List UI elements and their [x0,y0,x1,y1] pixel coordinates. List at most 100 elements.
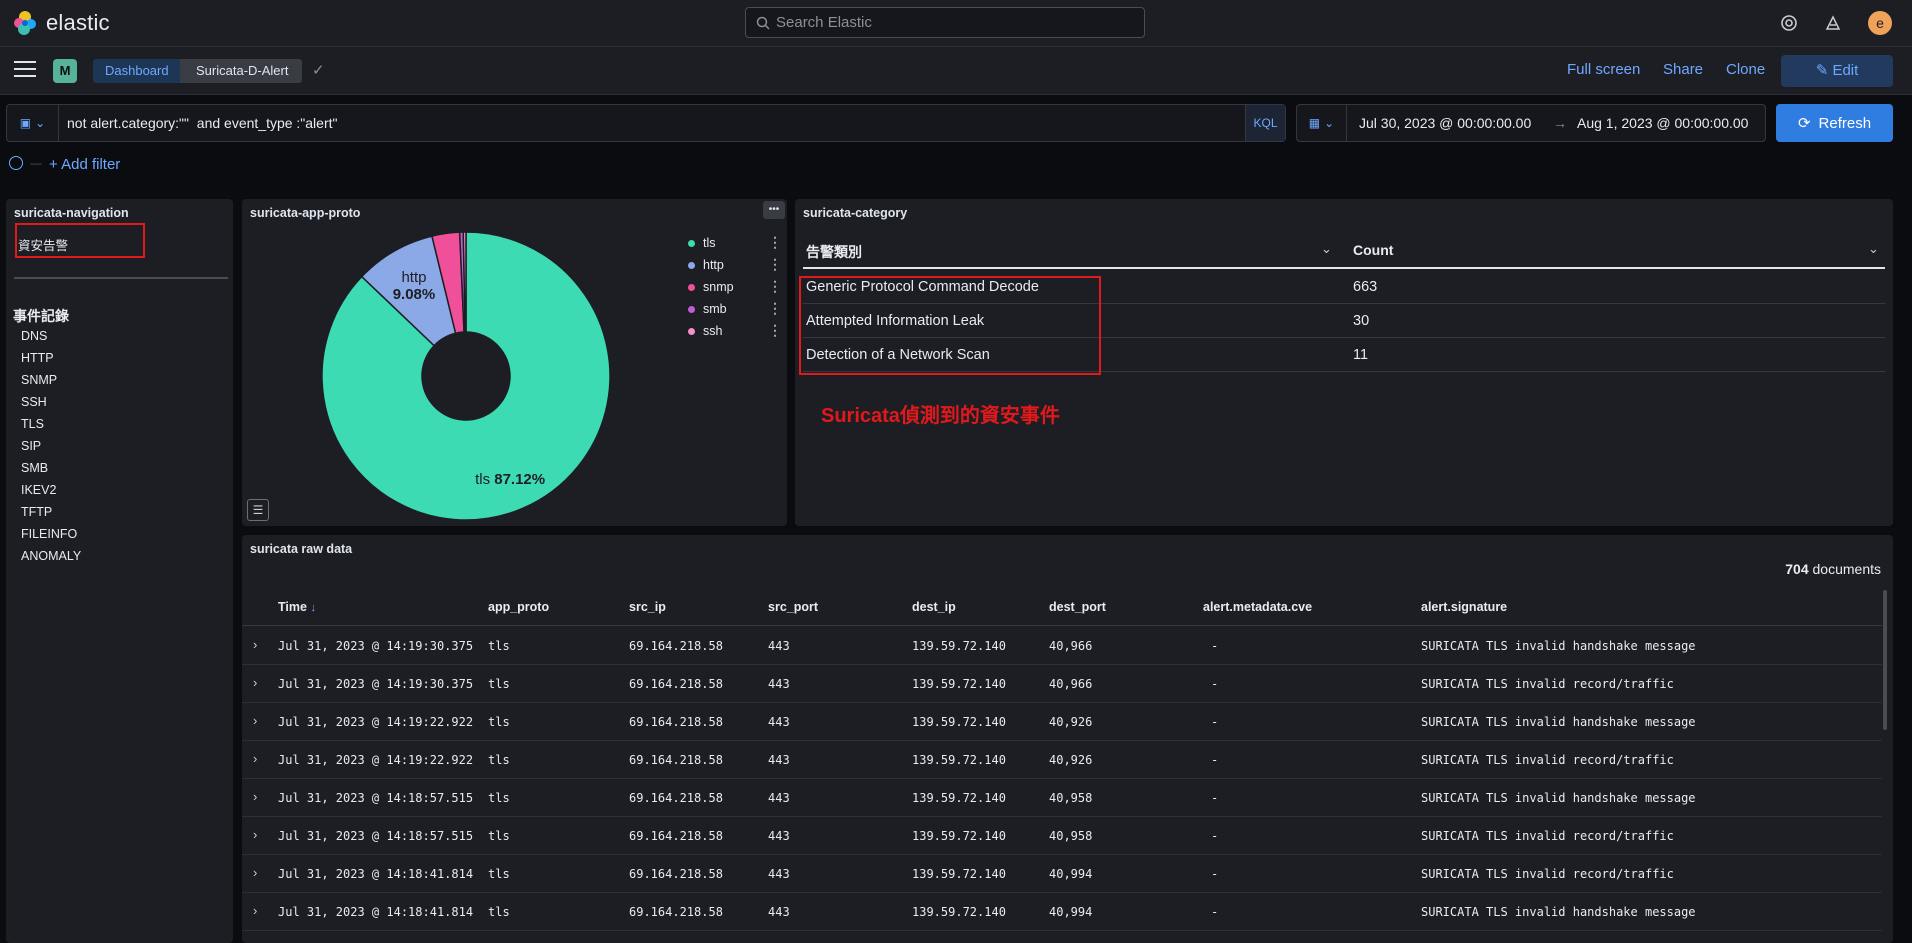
column-header-time[interactable]: Time ↓ [278,600,316,614]
nav-link-fileinfo[interactable]: FILEINFO [21,527,77,541]
nav-link-dns[interactable]: DNS [21,329,47,343]
table-row[interactable]: › Jul 31, 2023 @ 14:18:57.515 tls 69.164.21… [242,779,1882,817]
legend-label: snmp [703,280,734,294]
table-row[interactable]: › Jul 31, 2023 @ 14:18:57.515 tls 69.164.21… [242,817,1882,855]
elastic-logo[interactable]: elastic [12,10,110,36]
news-feed-icon[interactable] [1824,14,1842,32]
nav-link-alerts[interactable]: 資安告警 [18,235,68,254]
time-cell: Jul 31, 2023 @ 14:19:22.922 [278,753,474,767]
user-avatar[interactable]: e [1868,11,1892,35]
nav-link-http[interactable]: HTTP [21,351,54,365]
document-count-label: documents [1812,561,1881,577]
nav-link-smb[interactable]: SMB [21,461,48,475]
query-input[interactable]: not alert.category:"" and event_type :"a… [67,115,337,131]
legend-options-icon[interactable]: ⋮ [768,257,782,271]
full-screen-button[interactable]: Full screen [1567,61,1640,78]
table-row[interactable]: › Jul 31, 2023 @ 14:19:22.922 tls 69.164.21… [242,741,1882,779]
refresh-button[interactable]: ⟳ Refresh [1776,104,1893,142]
dest-port-cell: 40,994 [1049,905,1093,919]
nav-link-ikev2[interactable]: IKEV2 [21,483,56,497]
column-header-cve[interactable]: alert.metadata.cve [1203,600,1312,614]
dest-port-cell: 40,926 [1049,753,1093,767]
brand-name: elastic [46,10,110,35]
signature-cell: SURICATA TLS invalid record/traffic [1421,753,1674,767]
legend-options-icon[interactable]: ⋮ [768,301,782,315]
search-icon [756,16,770,30]
end-date-button[interactable]: Aug 1, 2023 @ 00:00:00.00 [1577,115,1748,131]
pencil-icon: ✎ [1815,62,1829,79]
nav-link-tls[interactable]: TLS [21,417,44,431]
chevron-down-icon[interactable]: ⌄ [1321,241,1332,257]
legend-options-icon[interactable]: ⋮ [768,279,782,293]
column-header-dest-ip[interactable]: dest_ip [912,600,956,614]
legend-item-tls[interactable]: tls [688,236,716,250]
expand-row-icon[interactable]: › [253,751,257,766]
space-badge[interactable]: M [53,59,77,83]
nav-link-ssh[interactable]: SSH [21,395,47,409]
query-language-button[interactable]: KQL [1245,105,1285,141]
table-row[interactable]: › Jul 31, 2023 @ 14:19:30.375 tls 69.164.21… [242,627,1882,665]
chevron-down-icon: ⌄ [1324,116,1335,130]
nav-link-sip[interactable]: SIP [21,439,41,453]
table-row[interactable]: › Jul 31, 2023 @ 14:18:41.814 tls 69.164.21… [242,855,1882,893]
header-actions: e [1780,11,1892,35]
column-header-count[interactable]: Count [1353,242,1393,258]
column-header-signature[interactable]: alert.signature [1421,600,1507,614]
column-header-src-ip[interactable]: src_ip [629,600,666,614]
add-filter-button[interactable]: + Add filter [49,156,120,173]
legend-toggle-icon[interactable]: ☰ [247,499,269,521]
events-heading: 事件記錄 [13,308,69,324]
filter-divider: — [30,156,42,170]
clone-button[interactable]: Clone [1726,61,1765,78]
saved-query-button[interactable]: ▣ ⌄ [7,105,59,141]
legend-item-smb[interactable]: smb [688,302,727,316]
expand-row-icon[interactable]: › [253,637,257,652]
breadcrumb-dashboard[interactable]: Dashboard [93,59,185,83]
table-row[interactable]: › Jul 31, 2023 @ 14:19:30.375 tls 69.164.21… [242,665,1882,703]
sort-arrow-icon[interactable]: ↓ [310,602,316,614]
table-row[interactable]: › Jul 31, 2023 @ 14:19:22.922 tls 69.164.21… [242,703,1882,741]
annotation-highlight-box [799,276,1101,375]
start-date-button[interactable]: Jul 30, 2023 @ 00:00:00.00 [1359,115,1531,131]
chevron-down-icon[interactable]: ⌄ [1868,241,1879,257]
expand-row-icon[interactable]: › [253,865,257,880]
expand-row-icon[interactable]: › [253,789,257,804]
global-search-input[interactable]: Search Elastic [745,7,1145,38]
help-icon[interactable] [1780,14,1798,32]
scrollbar[interactable] [1883,590,1887,730]
quick-menu-button[interactable]: ▦ ⌄ [1297,105,1347,141]
legend-item-http[interactable]: http [688,258,724,272]
time-cell: Jul 31, 2023 @ 14:18:41.814 [278,867,474,881]
table-row[interactable]: › Jul 31, 2023 @ 14:18:41.814 tls 69.164.21… [242,893,1882,931]
cve-cell: - [1211,829,1219,843]
nav-link-snmp[interactable]: SNMP [21,373,57,387]
expand-row-icon[interactable]: › [253,827,257,842]
expand-row-icon[interactable]: › [253,675,257,690]
nav-link-anomaly[interactable]: ANOMALY [21,549,81,563]
dest-port-cell: 40,958 [1049,829,1093,843]
expand-row-icon[interactable]: › [253,903,257,918]
legend-options-icon[interactable]: ⋮ [768,235,782,249]
menu-toggle-icon[interactable] [14,61,36,81]
table-row[interactable]: ›Jul 31, 2023 @ 14:17:03.735tls139.59.72… [242,931,1882,943]
legend-item-ssh[interactable]: ssh [688,324,722,338]
column-header-src-port[interactable]: src_port [768,600,818,614]
edit-button[interactable]: ✎ Edit [1781,55,1893,87]
legend-options-icon[interactable]: ⋮ [768,323,782,337]
expand-row-icon[interactable]: › [253,713,257,728]
elastic-logo-icon [14,11,36,35]
dest-ip-cell: 139.59.72.140 [912,791,1006,805]
column-header-dest-port[interactable]: dest_port [1049,600,1106,614]
nav-link-tftp[interactable]: TFTP [21,505,52,519]
column-header-category[interactable]: 告警類別 [806,242,862,262]
legend-item-snmp[interactable]: snmp [688,280,734,294]
legend-label: tls [703,236,716,250]
share-button[interactable]: Share [1663,61,1703,78]
dest-ip-cell: 139.59.72.140 [912,905,1006,919]
column-header-app-proto[interactable]: app_proto [488,600,549,614]
panel-title: suricata-category [803,206,908,220]
app-proto-cell: tls [488,715,510,729]
count-cell: 11 [1353,347,1369,363]
app-proto-panel: suricata-app-proto ••• tls 87.12% http 9.0… [242,199,787,526]
filter-icon[interactable] [9,156,23,170]
